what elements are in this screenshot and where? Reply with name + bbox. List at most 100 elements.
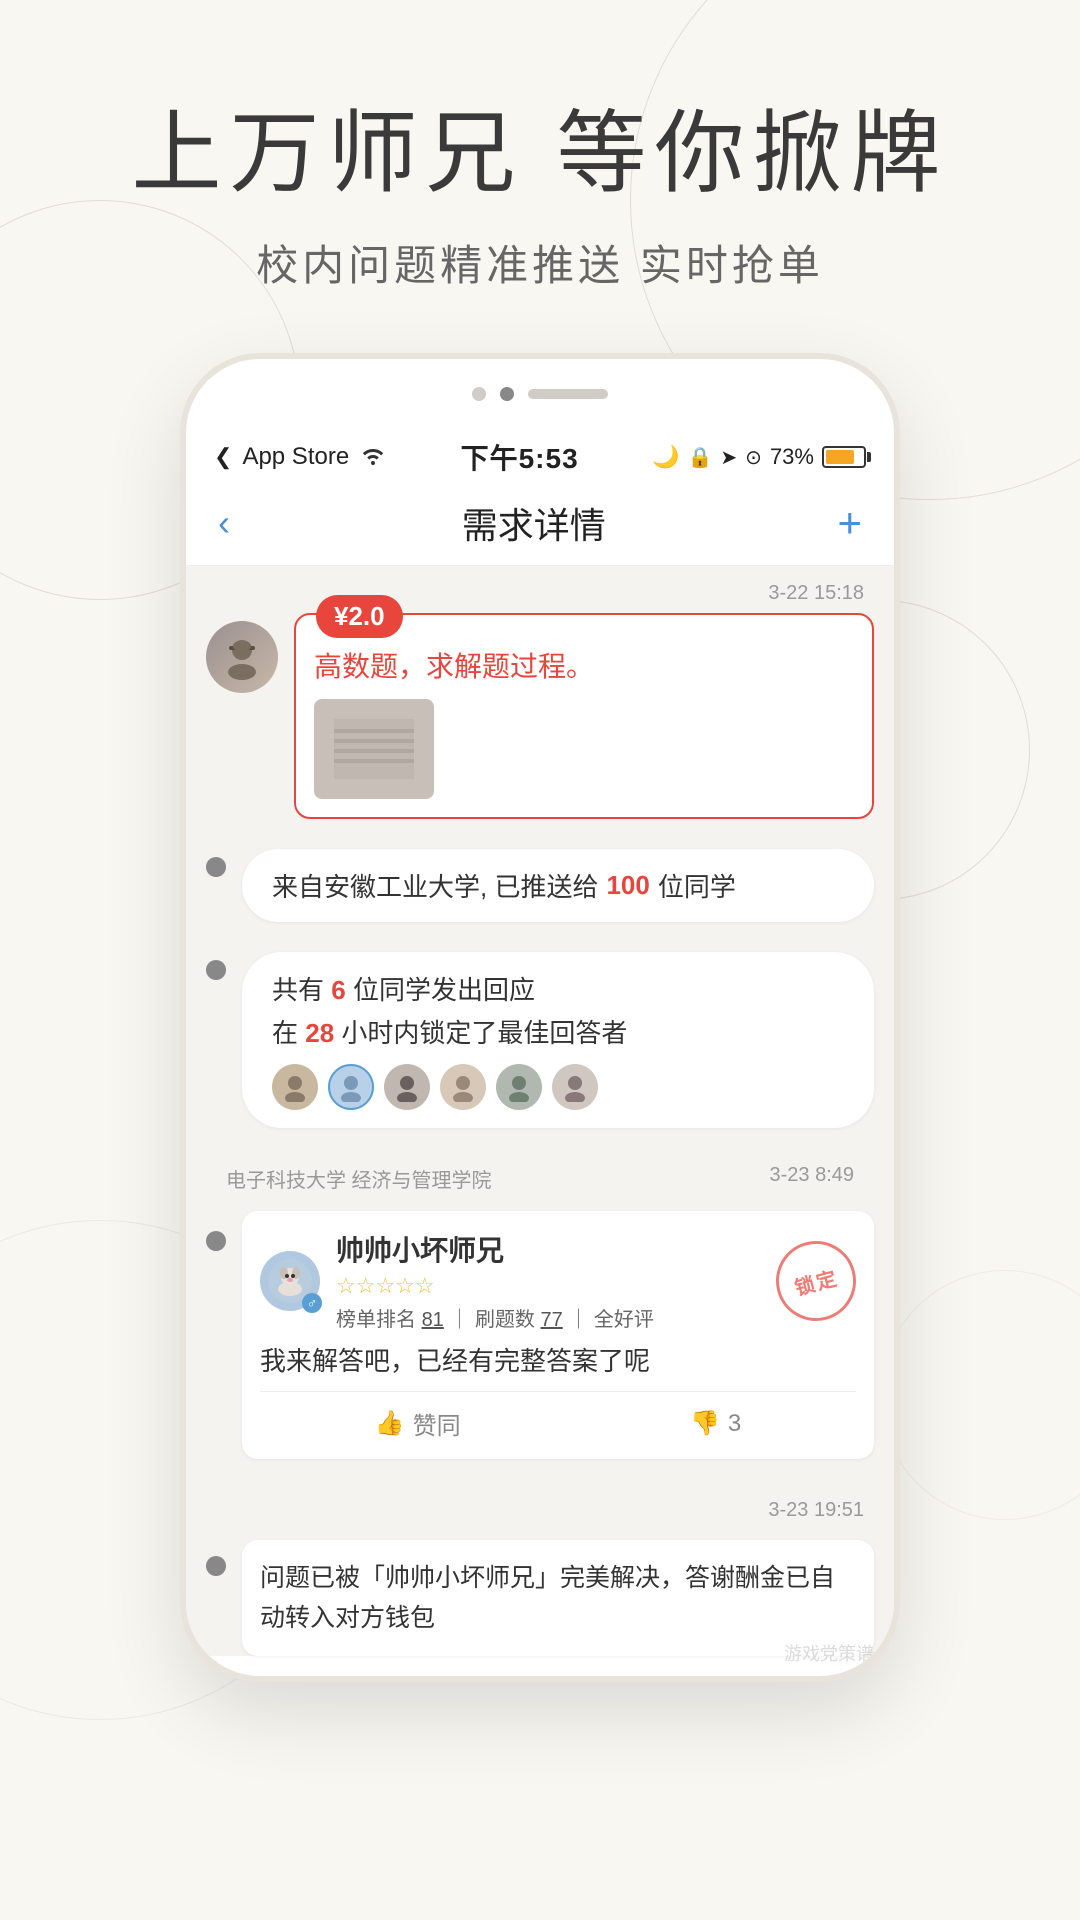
respondent-avatars [272, 1064, 598, 1110]
responder-stars: ☆☆☆☆☆ [336, 1273, 760, 1299]
timeline-content-1: 来自安徽工业大学, 已推送给 100 位同学 [242, 839, 874, 932]
stat-separator-1: ｜ [449, 1309, 475, 1331]
final-message-section: 问题已被「帅帅小坏师兄」完美解决，答谢酬金已自动转入对方钱包 [206, 1540, 874, 1656]
dislike-button[interactable]: 👎 3 [690, 1406, 741, 1441]
rank-number: 81 [422, 1309, 444, 1331]
info-text-2d: 小时内锁定了最佳回答者 [341, 1018, 627, 1048]
phone-mockup: ❮ App Store 下午5:53 🌙 🔒 ➤ ⊙ 73% [0, 353, 1080, 1682]
questioner-avatar [206, 621, 278, 693]
responder-avatar: ♂ [260, 1251, 320, 1311]
back-chevron-icon: ❮ [214, 444, 232, 470]
respondent-avatar-5 [496, 1064, 542, 1110]
respondent-avatar-1 [272, 1064, 318, 1110]
moon-icon: 🌙 [652, 444, 679, 470]
phone-frame: ❮ App Store 下午5:53 🌙 🔒 ➤ ⊙ 73% [180, 353, 900, 1682]
battery-fill [826, 450, 854, 464]
gender-badge: ♂ [302, 1293, 322, 1313]
add-button[interactable]: + [837, 499, 862, 547]
question-text: 高数题，求解题过程。 [314, 645, 854, 685]
watermark: 游戏党策谱 [784, 1640, 874, 1666]
responder-stats: 榜单排名 81 ｜ 刷题数 77 ｜ 全好评 [336, 1303, 760, 1332]
rank-label: 榜单排名 [336, 1309, 416, 1331]
wifi-icon [359, 443, 387, 472]
lock-stamp: 锁定 [767, 1232, 865, 1330]
avatar-inner [206, 621, 278, 693]
battery-icon [822, 446, 866, 468]
timeline-content-2: 共有 6 位同学发出回应 在 28 小时内锁定了最佳回答者 [242, 942, 874, 1138]
info-highlight-28: 28 [305, 1018, 334, 1048]
final-message-text: 问题已被「帅帅小坏师兄」完美解决，答谢酬金已自动转入对方钱包 [260, 1564, 835, 1632]
info-highlight-6: 6 [331, 975, 345, 1005]
battery-percent: 73% [770, 444, 814, 470]
navigation-icon: ➤ [720, 445, 737, 470]
respondent-avatar-3 [384, 1064, 430, 1110]
response-meta: 电子科技大学 经济与管理学院 3-23 8:49 [206, 1148, 874, 1201]
school-info: 电子科技大学 经济与管理学院 [216, 1156, 502, 1197]
pagination-bar [528, 389, 608, 399]
final-message-content: 问题已被「帅帅小坏师兄」完美解决，答谢酬金已自动转入对方钱包 [242, 1540, 874, 1656]
like-button[interactable]: 👍 赞同 [375, 1406, 461, 1441]
info-text-2c: 在 [272, 1018, 298, 1048]
info-highlight-100: 100 [606, 870, 649, 901]
pagination-dot-2 [500, 387, 514, 401]
question-timestamp: 3-22 15:18 [206, 566, 874, 613]
phone-screen: ❮ App Store 下午5:53 🌙 🔒 ➤ ⊙ 73% [186, 359, 894, 1656]
app-store-label: App Store [242, 443, 349, 471]
dislike-count: 3 [728, 1410, 741, 1438]
response-section: ♂ 帅帅小坏师兄 ☆☆☆☆☆ 榜单排名 81 ｜ 刷题数 [206, 1201, 874, 1469]
response-actions: 👍 赞同 👎 3 [260, 1391, 856, 1441]
response-timestamp: 3-23 8:49 [759, 1156, 864, 1197]
info-text-1a: 来自安徽工业大学, 已推送给 [272, 867, 598, 904]
question-image [314, 699, 434, 799]
status-left: ❮ App Store [214, 443, 387, 472]
like-icon: 👍 [375, 1409, 405, 1438]
response-text: 我来解答吧，已经有完整答案了呢 [260, 1342, 856, 1381]
hero-title: 上万师兄 等你掀牌 [0, 100, 1080, 208]
dislike-icon: 👎 [690, 1409, 720, 1438]
status-time: 下午5:53 [461, 437, 579, 477]
info-section-1: 来自安徽工业大学, 已推送给 100 位同学 [206, 839, 874, 932]
question-avatar-col [206, 613, 278, 819]
respondent-avatar-4 [440, 1064, 486, 1110]
timeline-dot-3 [206, 1231, 226, 1251]
info-section-2: 共有 6 位同学发出回应 在 28 小时内锁定了最佳回答者 [206, 942, 874, 1138]
price-badge: ¥2.0 [316, 595, 403, 638]
info-line-1: 共有 6 位同学发出回应 [272, 970, 535, 1007]
pagination-indicator [186, 359, 894, 421]
camera-icon: ⊙ [745, 445, 762, 470]
pagination-dot-1 [472, 387, 486, 401]
info-text-1b: 位同学 [658, 867, 736, 904]
person-icon [219, 634, 265, 680]
hero-section: 上万师兄 等你掀牌 校内问题精准推送 实时抢单 [0, 0, 1080, 293]
responder-name: 帅帅小坏师兄 [336, 1229, 760, 1269]
lock-icon: 🔒 [688, 445, 713, 470]
review-label: 全好评 [594, 1309, 654, 1331]
stat-separator-2: ｜ [568, 1309, 594, 1331]
status-right: 🌙 🔒 ➤ ⊙ 73% [652, 444, 866, 470]
respondent-avatar-2 [328, 1064, 374, 1110]
navigation-bar: ‹ 需求详情 + [186, 487, 894, 566]
timeline-dot-2 [206, 960, 226, 980]
question-image-placeholder [334, 719, 414, 779]
content-area: 3-22 15:18 [186, 566, 894, 1656]
responder-info: 帅帅小坏师兄 ☆☆☆☆☆ 榜单排名 81 ｜ 刷题数 77 ｜ [336, 1229, 760, 1332]
response-header: ♂ 帅帅小坏师兄 ☆☆☆☆☆ 榜单排名 81 ｜ 刷题数 [260, 1229, 856, 1332]
quiz-number: 77 [541, 1309, 563, 1331]
info-pill-1: 来自安徽工业大学, 已推送给 100 位同学 [242, 849, 874, 922]
info-pill-2: 共有 6 位同学发出回应 在 28 小时内锁定了最佳回答者 [242, 952, 874, 1128]
response-card: ♂ 帅帅小坏师兄 ☆☆☆☆☆ 榜单排名 81 ｜ 刷题数 [242, 1211, 874, 1459]
final-timestamp: 3-23 19:51 [206, 1483, 874, 1530]
info-text-2a: 共有 [272, 975, 324, 1005]
question-section: ¥2.0 高数题，求解题过程。 [206, 613, 874, 819]
info-line-2: 在 28 小时内锁定了最佳回答者 [272, 1013, 627, 1050]
quiz-label: 刷题数 [475, 1309, 535, 1331]
hero-subtitle: 校内问题精准推送 实时抢单 [0, 232, 1080, 293]
question-card: ¥2.0 高数题，求解题过程。 [294, 613, 874, 819]
timeline-dot-1 [206, 857, 226, 877]
timeline-dot-4 [206, 1556, 226, 1576]
back-button[interactable]: ‹ [218, 502, 230, 544]
respondent-avatar-6 [552, 1064, 598, 1110]
status-bar: ❮ App Store 下午5:53 🌙 🔒 ➤ ⊙ 73% [186, 421, 894, 487]
lock-stamp-label: 锁定 [791, 1261, 841, 1300]
page-title: 需求详情 [462, 497, 606, 549]
